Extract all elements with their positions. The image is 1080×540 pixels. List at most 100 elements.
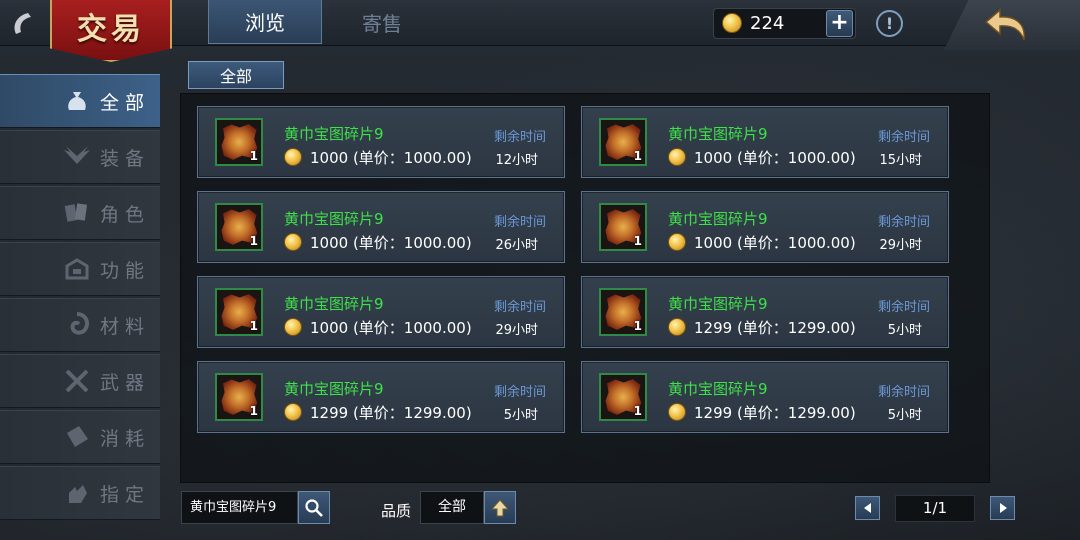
search-icon — [305, 498, 323, 517]
item-count: 1 — [249, 149, 258, 163]
item-name: 黄巾宝图碎片9 — [284, 380, 384, 398]
time-remaining-label: 剩余时间 — [877, 215, 930, 230]
time-remaining-label: 剩余时间 — [493, 130, 546, 145]
tab-browse[interactable]: 浏览 — [208, 0, 322, 44]
time-remaining-value: 5小时 — [887, 323, 922, 338]
listing-card[interactable]: 1 黄巾宝图碎片9 1299 (单价：1299.00) 剩余时间 5小时 — [581, 361, 949, 433]
previous-page-button[interactable] — [855, 496, 880, 520]
sidebar-item-label: 角色 — [100, 203, 151, 226]
item-name: 黄巾宝图碎片9 — [284, 210, 384, 228]
item-price-row: 1299 (单价：1299.00) — [284, 402, 472, 422]
item-slot: 1 — [599, 373, 647, 421]
triangle-left-icon — [863, 503, 871, 513]
time-remaining-value: 12小时 — [495, 153, 538, 168]
sidebar-item-label: 消耗 — [100, 427, 151, 450]
time-remaining-label: 剩余时间 — [877, 130, 930, 145]
item-price-row: 1000 (单价：1000.00) — [284, 317, 472, 337]
gold-coin-icon — [284, 403, 302, 421]
chest-icon — [62, 254, 92, 284]
item-name: 黄巾宝图碎片9 — [668, 295, 768, 313]
search-input[interactable]: 黄巾宝图碎片9 — [181, 491, 298, 524]
hand-icon — [62, 478, 92, 508]
phone-icon[interactable] — [8, 8, 38, 38]
listing-card[interactable]: 1 黄巾宝图碎片9 1000 (单价：1000.00) 剩余时间 15小时 — [581, 106, 949, 178]
quality-label: 品质 — [381, 502, 412, 520]
item-slot: 1 — [215, 203, 263, 251]
listing-card[interactable]: 1 黄巾宝图碎片9 1000 (单价：1000.00) 剩余时间 29小时 — [581, 191, 949, 263]
gold-coin-icon — [668, 233, 686, 251]
time-remaining-value: 29小时 — [879, 238, 922, 253]
search-button[interactable] — [298, 491, 330, 524]
item-slot: 1 — [215, 373, 263, 421]
listing-card[interactable]: 1 黄巾宝图碎片9 1000 (单价：1000.00) 剩余时间 12小时 — [197, 106, 565, 178]
wings-icon — [62, 142, 92, 172]
item-slot: 1 — [599, 118, 647, 166]
sidebar-item-function[interactable]: 功能 — [0, 242, 160, 296]
trade-title: 交易 — [77, 12, 145, 47]
add-coins-button[interactable]: + — [826, 10, 853, 37]
quality-select[interactable]: 全部 — [420, 491, 484, 524]
info-icon[interactable]: ! — [876, 10, 903, 37]
sidebar-item-label: 指定 — [100, 483, 151, 506]
coin-amount: 224 — [750, 13, 785, 34]
item-price: 1299 (单价：1299.00) — [694, 318, 856, 337]
sidebar-item-label: 武器 — [100, 371, 151, 394]
tab-consign-label: 寄售 — [362, 11, 402, 36]
quality-toggle-button[interactable] — [484, 491, 516, 524]
category-sidebar: 全部 装备 角色 功能 材料 武器 消耗 指定 — [0, 74, 160, 522]
item-slot: 1 — [599, 203, 647, 251]
sidebar-item-material[interactable]: 材料 — [0, 298, 160, 352]
sidebar-item-label: 全部 — [100, 91, 151, 114]
listing-card[interactable]: 1 黄巾宝图碎片9 1299 (单价：1299.00) 剩余时间 5小时 — [581, 276, 949, 348]
sidebar-item-label: 装备 — [100, 147, 151, 170]
gold-coin-icon — [668, 318, 686, 336]
time-remaining-value: 5小时 — [887, 408, 922, 423]
gold-coin-icon — [284, 148, 302, 166]
next-page-button[interactable] — [990, 496, 1015, 520]
item-name: 黄巾宝图碎片9 — [668, 210, 768, 228]
item-count: 1 — [633, 149, 642, 163]
time-remaining-value: 29小时 — [495, 323, 538, 338]
sidebar-item-all[interactable]: 全部 — [0, 74, 160, 128]
money-bag-icon — [62, 86, 92, 116]
page-indicator: 1/1 — [895, 495, 975, 522]
item-count: 1 — [249, 404, 258, 418]
item-price: 1000 (单价：1000.00) — [310, 148, 472, 167]
sidebar-item-character[interactable]: 角色 — [0, 186, 160, 240]
cards-icon — [62, 198, 92, 228]
item-price: 1299 (单价：1299.00) — [694, 403, 856, 422]
sidebar-item-weapon[interactable]: 武器 — [0, 354, 160, 408]
item-name: 黄巾宝图碎片9 — [284, 295, 384, 313]
time-remaining-label: 剩余时间 — [877, 385, 930, 400]
sidebar-item-label: 材料 — [100, 315, 151, 338]
item-price-row: 1299 (单价：1299.00) — [668, 402, 856, 422]
item-price-row: 1299 (单价：1299.00) — [668, 317, 856, 337]
top-bar: 交易 浏览 寄售 224 + ! — [0, 0, 1080, 62]
item-price: 1000 (单价：1000.00) — [694, 148, 856, 167]
back-arrow-icon[interactable] — [982, 4, 1032, 44]
sidebar-item-consumable[interactable]: 消耗 — [0, 410, 160, 464]
crossed-swords-icon — [62, 366, 92, 396]
listing-card[interactable]: 1 黄巾宝图碎片9 1000 (单价：1000.00) 剩余时间 26小时 — [197, 191, 565, 263]
time-remaining-value: 15小时 — [879, 153, 922, 168]
listing-card[interactable]: 1 黄巾宝图碎片9 1000 (单价：1000.00) 剩余时间 29小时 — [197, 276, 565, 348]
time-remaining-value: 26小时 — [495, 238, 538, 253]
item-price-row: 1000 (单价：1000.00) — [284, 147, 472, 167]
sidebar-item-label: 功能 — [100, 259, 151, 282]
gold-coin-icon — [722, 13, 742, 33]
tab-consign[interactable]: 寄售 — [325, 0, 439, 44]
item-price: 1299 (单价：1299.00) — [310, 403, 472, 422]
arrow-up-icon — [490, 498, 510, 516]
scroll-icon — [62, 422, 92, 452]
gold-coin-icon — [284, 318, 302, 336]
listing-card[interactable]: 1 黄巾宝图碎片9 1299 (单价：1299.00) 剩余时间 5小时 — [197, 361, 565, 433]
item-slot: 1 — [215, 118, 263, 166]
coin-balance: 224 + — [713, 8, 856, 39]
item-slot: 1 — [599, 288, 647, 336]
filter-all-button[interactable]: 全部 — [188, 61, 284, 89]
item-name: 黄巾宝图碎片9 — [284, 125, 384, 143]
sidebar-item-equipment[interactable]: 装备 — [0, 130, 160, 184]
sidebar-item-designated[interactable]: 指定 — [0, 466, 160, 520]
item-count: 1 — [633, 404, 642, 418]
gold-coin-icon — [668, 148, 686, 166]
